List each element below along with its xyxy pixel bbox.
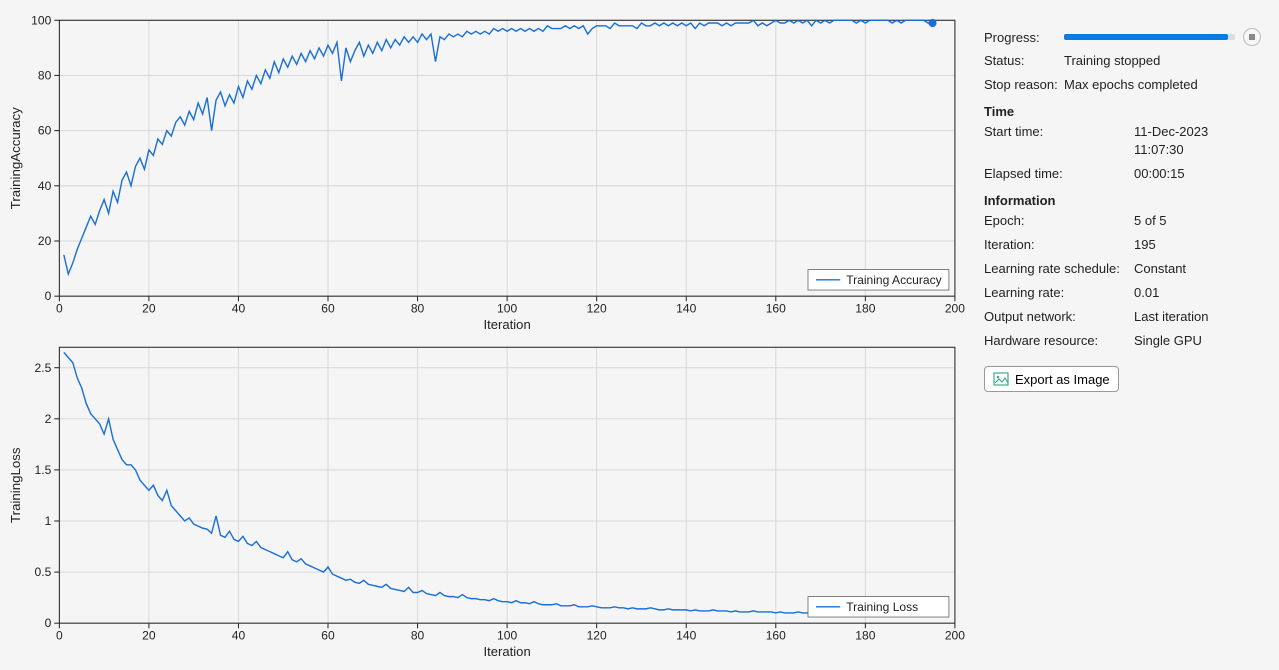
svg-text:0: 0 — [45, 616, 52, 630]
stop-reason-label: Stop reason: — [984, 76, 1064, 94]
epoch-label: Epoch: — [984, 212, 1134, 230]
status-label: Status: — [984, 52, 1064, 70]
svg-text:Training Loss: Training Loss — [846, 600, 918, 614]
svg-text:20: 20 — [38, 234, 52, 248]
export-image-label: Export as Image — [1015, 372, 1110, 387]
svg-text:180: 180 — [855, 301, 875, 315]
lr-schedule-value: Constant — [1134, 260, 1261, 278]
export-image-button[interactable]: Export as Image — [984, 366, 1119, 392]
status-value: Training stopped — [1064, 52, 1261, 70]
svg-text:1: 1 — [45, 514, 52, 528]
svg-text:80: 80 — [411, 301, 425, 315]
info-panel: Progress: Status: Training stopped Stop … — [974, 0, 1279, 670]
svg-text:20: 20 — [142, 628, 156, 642]
svg-text:160: 160 — [766, 301, 786, 315]
svg-text:60: 60 — [321, 628, 335, 642]
elapsed-time-label: Elapsed time: — [984, 165, 1134, 183]
stop-reason-value: Max epochs completed — [1064, 76, 1261, 94]
start-time-label: Start time: — [984, 123, 1134, 159]
svg-text:0: 0 — [56, 628, 63, 642]
svg-text:100: 100 — [497, 628, 517, 642]
image-icon — [993, 371, 1009, 387]
svg-text:TrainingLoss: TrainingLoss — [8, 447, 23, 523]
output-network-value: Last iteration — [1134, 308, 1261, 326]
svg-text:40: 40 — [232, 301, 246, 315]
svg-text:120: 120 — [587, 628, 607, 642]
training-monitor: 020406080100120140160180200020406080100I… — [0, 0, 1279, 670]
svg-text:0: 0 — [56, 301, 63, 315]
svg-text:100: 100 — [497, 301, 517, 315]
svg-text:2: 2 — [45, 412, 52, 426]
chart-area: 020406080100120140160180200020406080100I… — [0, 0, 974, 670]
svg-text:180: 180 — [855, 628, 875, 642]
svg-text:Training Accuracy: Training Accuracy — [846, 273, 942, 287]
lr-schedule-label: Learning rate schedule: — [984, 260, 1134, 278]
elapsed-time-value: 00:00:15 — [1134, 165, 1261, 183]
epoch-value: 5 of 5 — [1134, 212, 1261, 230]
accuracy-chart: 0 20 40 60 80 100 120 140 160 180 200 0 20 40 60 80 100 I… — [4, 8, 970, 335]
svg-text:Iteration: Iteration — [484, 644, 531, 659]
start-time-value: 11-Dec-2023 11:07:30 — [1134, 123, 1261, 159]
progress-label: Progress: — [984, 30, 1064, 45]
svg-text:140: 140 — [676, 628, 696, 642]
svg-text:1.5: 1.5 — [35, 463, 52, 477]
svg-text:160: 160 — [766, 628, 786, 642]
hardware-value: Single GPU — [1134, 332, 1261, 350]
loss-chart: 0 20 40 60 80 100 120 140 160 180 200 0 0.5 1 1.5 2 2.5 I… — [4, 335, 970, 662]
stop-button[interactable] — [1243, 28, 1261, 46]
svg-text:Iteration: Iteration — [484, 317, 531, 332]
svg-text:80: 80 — [411, 628, 425, 642]
svg-text:140: 140 — [676, 301, 696, 315]
svg-text:200: 200 — [945, 301, 965, 315]
svg-text:40: 40 — [38, 179, 52, 193]
output-network-label: Output network: — [984, 308, 1134, 326]
svg-text:2.5: 2.5 — [35, 361, 52, 375]
time-heading: Time — [984, 104, 1261, 119]
progress-bar — [1064, 34, 1235, 40]
stop-icon — [1249, 34, 1255, 40]
hardware-label: Hardware resource: — [984, 332, 1134, 350]
lr-value: 0.01 — [1134, 284, 1261, 302]
svg-text:120: 120 — [587, 301, 607, 315]
svg-text:TrainingAccuracy: TrainingAccuracy — [8, 107, 23, 209]
information-heading: Information — [984, 193, 1261, 208]
svg-text:200: 200 — [945, 628, 965, 642]
svg-text:20: 20 — [142, 301, 156, 315]
svg-text:80: 80 — [38, 68, 52, 82]
iteration-value: 195 — [1134, 236, 1261, 254]
svg-text:100: 100 — [31, 13, 51, 27]
svg-text:40: 40 — [232, 628, 246, 642]
lr-label: Learning rate: — [984, 284, 1134, 302]
iteration-label: Iteration: — [984, 236, 1134, 254]
progress-fill — [1064, 34, 1228, 40]
svg-text:0.5: 0.5 — [35, 565, 52, 579]
svg-text:60: 60 — [321, 301, 335, 315]
svg-text:0: 0 — [45, 289, 52, 303]
svg-text:60: 60 — [38, 124, 52, 138]
